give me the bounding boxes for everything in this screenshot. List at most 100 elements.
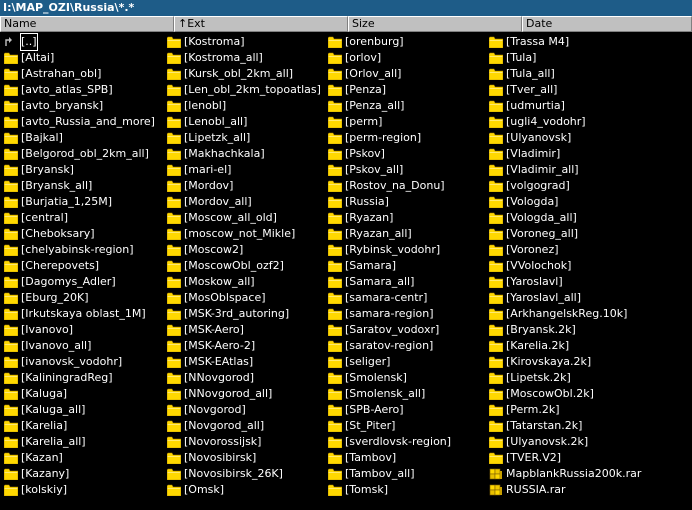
folder-item[interactable]: [MSK-Aero-2] bbox=[165, 338, 325, 354]
folder-item[interactable]: [avto_bryansk] bbox=[2, 98, 162, 114]
folder-item[interactable]: [Tambov_all] bbox=[326, 466, 486, 482]
folder-item[interactable]: [Karelia_all] bbox=[2, 434, 162, 450]
column-ext-header[interactable]: ↑Ext bbox=[174, 16, 348, 32]
folder-item[interactable]: [Penza_all] bbox=[326, 98, 486, 114]
folder-item[interactable]: [SPB-Aero] bbox=[326, 402, 486, 418]
folder-item[interactable]: [ugli4_vodohr] bbox=[487, 114, 647, 130]
folder-item[interactable]: [Belgorod_obl_2km_all] bbox=[2, 146, 162, 162]
folder-item[interactable]: [Smolensk_all] bbox=[326, 386, 486, 402]
folder-item[interactable]: [mari-el] bbox=[165, 162, 325, 178]
folder-item[interactable]: [Karelia.2k] bbox=[487, 338, 647, 354]
folder-item[interactable]: [Altai] bbox=[2, 50, 162, 66]
folder-item[interactable]: [Ulyanovsk.2k] bbox=[487, 434, 647, 450]
folder-item[interactable]: [Lipetsk.2k] bbox=[487, 370, 647, 386]
folder-item[interactable]: [Voroneg_all] bbox=[487, 226, 647, 242]
folder-item[interactable]: [Burjatia_1,25M] bbox=[2, 194, 162, 210]
folder-item[interactable]: [lenobl] bbox=[165, 98, 325, 114]
folder-item[interactable]: [ArkhangelskReg.10k] bbox=[487, 306, 647, 322]
folder-item[interactable]: [Kostroma] bbox=[165, 34, 325, 50]
folder-item[interactable]: [Orlov_all] bbox=[326, 66, 486, 82]
folder-item[interactable]: [Irkutskaya oblast_1M] bbox=[2, 306, 162, 322]
archive-item[interactable]: RUSSIA.rar bbox=[487, 482, 647, 498]
folder-item[interactable]: [TVER.V2] bbox=[487, 450, 647, 466]
folder-item[interactable]: [ivanovsk_vodohr] bbox=[2, 354, 162, 370]
folder-item[interactable]: [St_Piter] bbox=[326, 418, 486, 434]
folder-item[interactable]: [Ulyanovsk] bbox=[487, 130, 647, 146]
folder-item[interactable]: [samara-region] bbox=[326, 306, 486, 322]
folder-item[interactable]: [orenburg] bbox=[326, 34, 486, 50]
folder-item[interactable]: [Lenobl_all] bbox=[165, 114, 325, 130]
folder-item[interactable]: [Kazan] bbox=[2, 450, 162, 466]
folder-item[interactable]: [Vologda_all] bbox=[487, 210, 647, 226]
folder-item[interactable]: [Kazany] bbox=[2, 466, 162, 482]
folder-item[interactable]: [Vladimir] bbox=[487, 146, 647, 162]
folder-item[interactable]: [Tambov] bbox=[326, 450, 486, 466]
folder-item[interactable]: [Novorossijsk] bbox=[165, 434, 325, 450]
folder-item[interactable]: [Russia] bbox=[326, 194, 486, 210]
folder-item[interactable]: [Moscow2] bbox=[165, 242, 325, 258]
folder-item[interactable]: [avto_Russia_and_more] bbox=[2, 114, 162, 130]
folder-item[interactable]: [saratov-region] bbox=[326, 338, 486, 354]
folder-item[interactable]: [Mordov_all] bbox=[165, 194, 325, 210]
folder-item[interactable]: [Bryansk] bbox=[2, 162, 162, 178]
column-date-header[interactable]: Date bbox=[522, 16, 692, 32]
folder-item[interactable]: [Vologda] bbox=[487, 194, 647, 210]
folder-item[interactable]: [seliger] bbox=[326, 354, 486, 370]
folder-item[interactable]: [Rostov_na_Donu] bbox=[326, 178, 486, 194]
folder-item[interactable]: [Novosibirsk] bbox=[165, 450, 325, 466]
folder-item[interactable]: [Moskow_all] bbox=[165, 274, 325, 290]
folder-item[interactable]: [avto_atlas_SPB] bbox=[2, 82, 162, 98]
folder-item[interactable]: [Kaluga_all] bbox=[2, 402, 162, 418]
folder-item[interactable]: [Kaluga] bbox=[2, 386, 162, 402]
folder-item[interactable]: [Yaroslavl_all] bbox=[487, 290, 647, 306]
folder-item[interactable]: [Pskov_all] bbox=[326, 162, 486, 178]
folder-item[interactable]: [Trassa M4] bbox=[487, 34, 647, 50]
folder-item[interactable]: [Ryazan_all] bbox=[326, 226, 486, 242]
folder-item[interactable]: [Astrahan_obl] bbox=[2, 66, 162, 82]
folder-item[interactable]: [KaliningradReg] bbox=[2, 370, 162, 386]
folder-item[interactable]: [Samara_all] bbox=[326, 274, 486, 290]
folder-item[interactable]: [Penza] bbox=[326, 82, 486, 98]
folder-item[interactable]: [Makhachkala] bbox=[165, 146, 325, 162]
folder-item[interactable]: [Ryazan] bbox=[326, 210, 486, 226]
folder-item[interactable]: [Voronez] bbox=[487, 242, 647, 258]
folder-item[interactable]: [Saratov_vodoxr] bbox=[326, 322, 486, 338]
folder-item[interactable]: [Cherepovets] bbox=[2, 258, 162, 274]
folder-item[interactable]: [Ivanovo_all] bbox=[2, 338, 162, 354]
folder-item[interactable]: [MoscowObl_ozf2] bbox=[165, 258, 325, 274]
folder-item[interactable]: [Tula_all] bbox=[487, 66, 647, 82]
column-name-header[interactable]: Name bbox=[0, 16, 174, 32]
folder-item[interactable]: [Novgorod_all] bbox=[165, 418, 325, 434]
folder-item[interactable]: [perm-region] bbox=[326, 130, 486, 146]
folder-item[interactable]: [Karelia] bbox=[2, 418, 162, 434]
folder-item[interactable]: [Yaroslavl] bbox=[487, 274, 647, 290]
folder-item[interactable]: [Omsk] bbox=[165, 482, 325, 498]
folder-item[interactable]: [Kostroma_all] bbox=[165, 50, 325, 66]
folder-item[interactable]: [Lipetzk_all] bbox=[165, 130, 325, 146]
folder-item[interactable]: [Tomsk] bbox=[326, 482, 486, 498]
folder-item[interactable]: [NNovgorod_all] bbox=[165, 386, 325, 402]
folder-item[interactable]: [Bryansk_all] bbox=[2, 178, 162, 194]
parent-dir-item[interactable]: [..] bbox=[2, 33, 162, 51]
folder-item[interactable]: [MoscowObl.2k] bbox=[487, 386, 647, 402]
folder-item[interactable]: [Eburg_20K] bbox=[2, 290, 162, 306]
folder-item[interactable]: [volgograd] bbox=[487, 178, 647, 194]
folder-item[interactable]: [moscow_not_Mikle] bbox=[165, 226, 325, 242]
folder-item[interactable]: [MSK-3rd_autoring] bbox=[165, 306, 325, 322]
folder-item[interactable]: [Pskov] bbox=[326, 146, 486, 162]
folder-item[interactable]: [Perm.2k] bbox=[487, 402, 647, 418]
archive-item[interactable]: MapblankRussia200k.rar bbox=[487, 466, 647, 482]
folder-item[interactable]: [Tatarstan.2k] bbox=[487, 418, 647, 434]
folder-item[interactable]: [Mordov] bbox=[165, 178, 325, 194]
folder-item[interactable]: [Samara] bbox=[326, 258, 486, 274]
folder-item[interactable]: [Bryansk.2k] bbox=[487, 322, 647, 338]
folder-item[interactable]: [MSK-EAtlas] bbox=[165, 354, 325, 370]
folder-item[interactable]: [perm] bbox=[326, 114, 486, 130]
folder-item[interactable]: [samara-centr] bbox=[326, 290, 486, 306]
folder-item[interactable]: [kolskiy] bbox=[2, 482, 162, 498]
folder-item[interactable]: [VVolochok] bbox=[487, 258, 647, 274]
folder-item[interactable]: [udmurtia] bbox=[487, 98, 647, 114]
folder-item[interactable]: [MosOblspace] bbox=[165, 290, 325, 306]
folder-item[interactable]: [Smolensk] bbox=[326, 370, 486, 386]
folder-item[interactable]: [Tver_all] bbox=[487, 82, 647, 98]
